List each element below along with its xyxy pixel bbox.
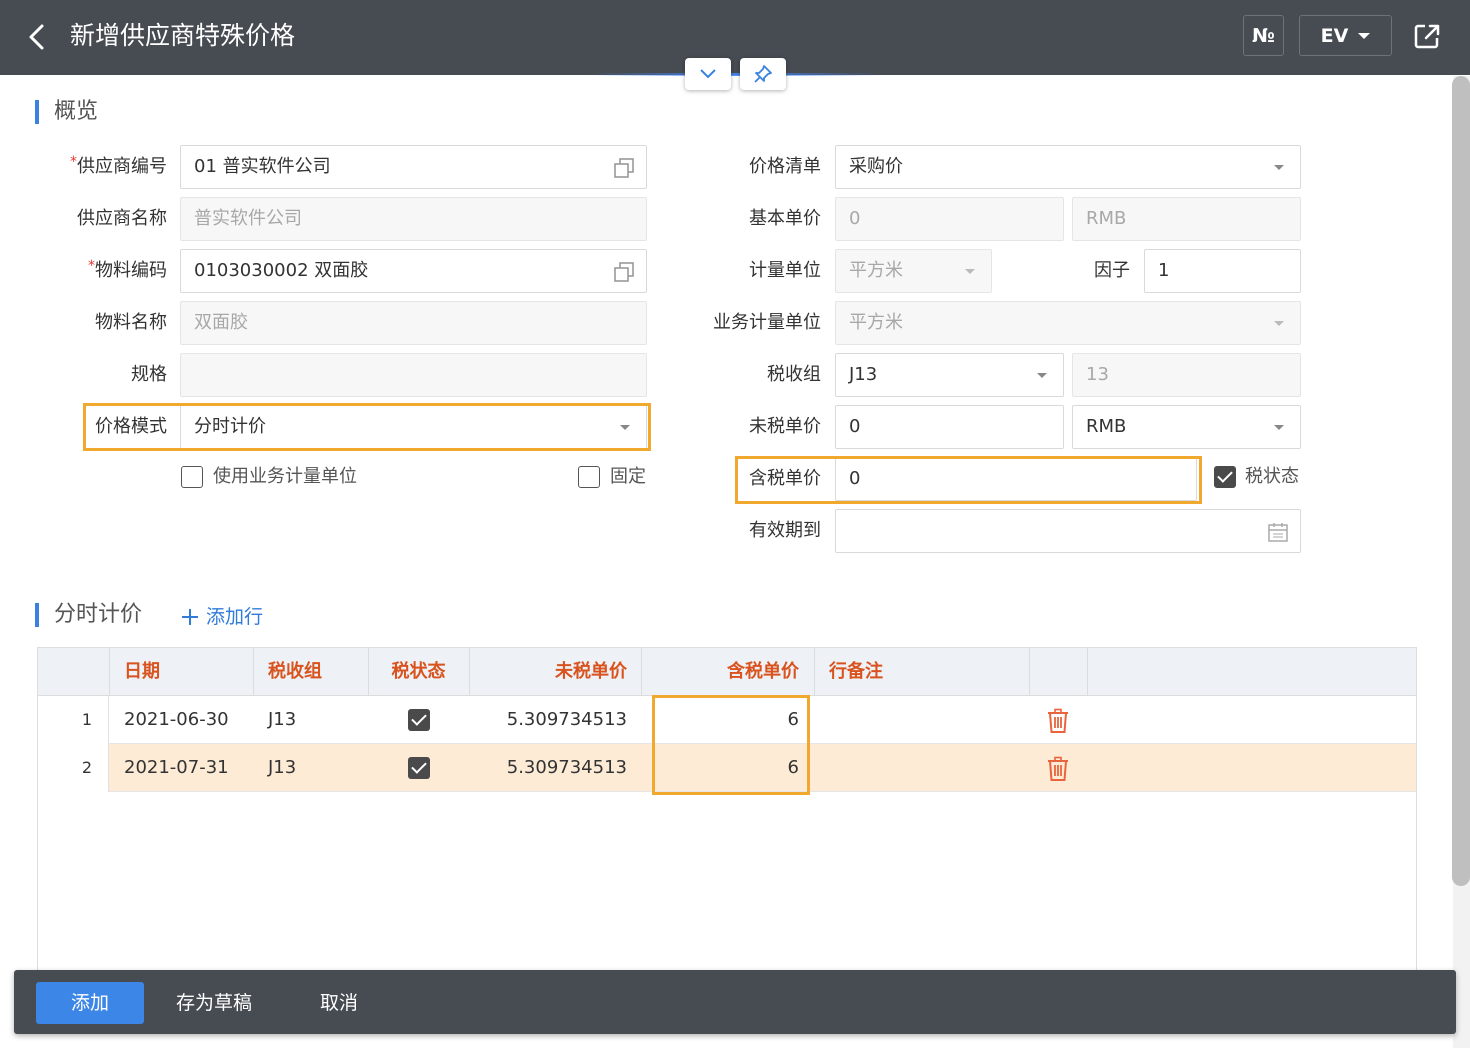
back-arrow-icon[interactable] — [22, 20, 52, 54]
base-price-label: 基本单价 — [749, 208, 821, 229]
col-header-taxed-price[interactable]: 含税单价 — [641, 648, 799, 696]
grid-header: 日期 税收组 税状态 未税单价 含税单价 行备注 — [38, 648, 1416, 696]
page-title: 新增供应商特殊价格 — [70, 21, 296, 50]
price-list-select[interactable]: 采购价 — [835, 145, 1301, 189]
price-mode-label: 价格模式 — [95, 416, 167, 437]
save-draft-button[interactable]: 存为草稿 — [164, 982, 264, 1024]
add-row-button[interactable]: 添加行 — [180, 602, 263, 632]
material-code-field[interactable]: 0103030002 双面胶 — [180, 249, 647, 293]
row-tax-group[interactable]: J13 — [268, 696, 296, 744]
currency-select[interactable]: RMB — [1072, 405, 1301, 449]
plus-icon — [182, 609, 198, 625]
base-price-field: 0 — [835, 197, 1064, 241]
overview-section-title: 概览 — [54, 99, 99, 124]
pin-header-button[interactable] — [740, 58, 786, 90]
factor-field[interactable]: 1 — [1144, 249, 1301, 293]
delete-row-trash-icon[interactable] — [1046, 708, 1070, 734]
table-row[interactable]: 2 2021-07-31 J13 5.309734513 6 — [38, 744, 1416, 792]
valid-until-label: 有效期到 — [749, 520, 821, 541]
material-code-label: *物料编码 — [88, 258, 167, 281]
col-header-tax-group[interactable]: 税收组 — [268, 648, 322, 696]
fixed-checkbox[interactable] — [578, 466, 600, 488]
row-date[interactable]: 2021-06-30 — [124, 696, 229, 744]
tax-status-label: 税状态 — [1245, 466, 1299, 487]
base-currency-field: RMB — [1072, 197, 1301, 241]
col-header-tax-status[interactable]: 税状态 — [368, 648, 469, 696]
collapse-header-button[interactable] — [685, 58, 731, 90]
row-tax-group[interactable]: J13 — [268, 744, 296, 792]
tax-group-label: 税收组 — [767, 364, 821, 385]
col-header-untaxed-price[interactable]: 未税单价 — [469, 648, 627, 696]
col-header-date[interactable]: 日期 — [124, 648, 160, 696]
app-header: 新增供应商特殊价格 № EV — [0, 0, 1470, 75]
chevron-down-icon — [700, 69, 716, 79]
number-button[interactable]: № — [1243, 15, 1284, 56]
ev-dropdown-button[interactable]: EV — [1299, 15, 1392, 56]
supplier-name-field: 普实软件公司 — [180, 197, 647, 241]
price-mode-select[interactable]: 分时计价 — [180, 405, 647, 449]
calendar-icon[interactable] — [1266, 520, 1290, 544]
pin-icon — [754, 65, 772, 83]
spec-label: 规格 — [131, 364, 167, 385]
taxed-price-field[interactable]: 0 — [835, 457, 1197, 501]
number-button-label: № — [1252, 24, 1275, 47]
material-name-field: 双面胶 — [180, 301, 647, 345]
biz-unit-select: 平方米 — [835, 301, 1301, 345]
table-row[interactable]: 1 2021-06-30 J13 5.309734513 6 — [38, 696, 1416, 744]
use-biz-unit-checkbox[interactable] — [181, 466, 203, 488]
row-untaxed-price[interactable]: 5.309734513 — [469, 696, 627, 744]
timed-pricing-section-title: 分时计价 — [54, 602, 143, 627]
unit-select: 平方米 — [835, 249, 992, 293]
cancel-button[interactable]: 取消 — [304, 982, 374, 1024]
taxed-price-label: 含税单价 — [749, 468, 821, 489]
unit-label: 计量单位 — [749, 260, 821, 281]
valid-until-date-field[interactable] — [835, 509, 1301, 553]
add-row-label: 添加行 — [206, 606, 264, 628]
lookup-icon[interactable] — [612, 260, 636, 284]
row-tax-status-checkbox[interactable] — [408, 757, 430, 779]
tax-rate-field: 13 — [1072, 353, 1301, 397]
biz-unit-label: 业务计量单位 — [713, 312, 821, 333]
delete-row-trash-icon[interactable] — [1046, 756, 1070, 782]
row-taxed-price[interactable]: 6 — [641, 744, 799, 792]
add-button[interactable]: 添加 — [36, 982, 144, 1024]
untaxed-price-field[interactable]: 0 — [835, 405, 1064, 449]
scrollbar-thumb[interactable] — [1452, 76, 1470, 886]
price-list-label: 价格清单 — [749, 156, 821, 177]
use-biz-unit-label: 使用业务计量单位 — [213, 466, 357, 487]
lookup-icon[interactable] — [612, 156, 636, 180]
row-number: 2 — [38, 744, 109, 792]
factor-label: 因子 — [1094, 260, 1130, 281]
share-external-icon[interactable] — [1412, 21, 1442, 51]
untaxed-price-label: 未税单价 — [749, 416, 821, 437]
supplier-name-label: 供应商名称 — [77, 208, 167, 229]
ev-button-label: EV — [1320, 24, 1349, 47]
row-date[interactable]: 2021-07-31 — [124, 744, 229, 792]
caret-down-icon — [1358, 32, 1371, 39]
row-untaxed-price[interactable]: 5.309734513 — [469, 744, 627, 792]
tax-group-select[interactable]: J13 — [835, 353, 1064, 397]
material-name-label: 物料名称 — [95, 312, 167, 333]
header-accent-line — [590, 73, 880, 76]
action-footer: 添加 存为草稿 取消 — [14, 970, 1456, 1034]
row-tax-status-checkbox[interactable] — [408, 709, 430, 731]
row-taxed-price[interactable]: 6 — [641, 696, 799, 744]
fixed-label: 固定 — [610, 466, 646, 487]
supplier-code-label: *供应商编号 — [70, 154, 167, 177]
section-marker — [35, 603, 39, 627]
supplier-code-field[interactable]: 01 普实软件公司 — [180, 145, 647, 189]
col-header-remark[interactable]: 行备注 — [829, 648, 883, 696]
tax-status-checkbox[interactable] — [1214, 466, 1236, 488]
timed-pricing-grid: 日期 税收组 税状态 未税单价 含税单价 行备注 1 2021-06-30 J1… — [37, 647, 1417, 977]
section-marker — [35, 100, 39, 124]
spec-field — [180, 353, 647, 397]
row-number: 1 — [38, 696, 109, 744]
